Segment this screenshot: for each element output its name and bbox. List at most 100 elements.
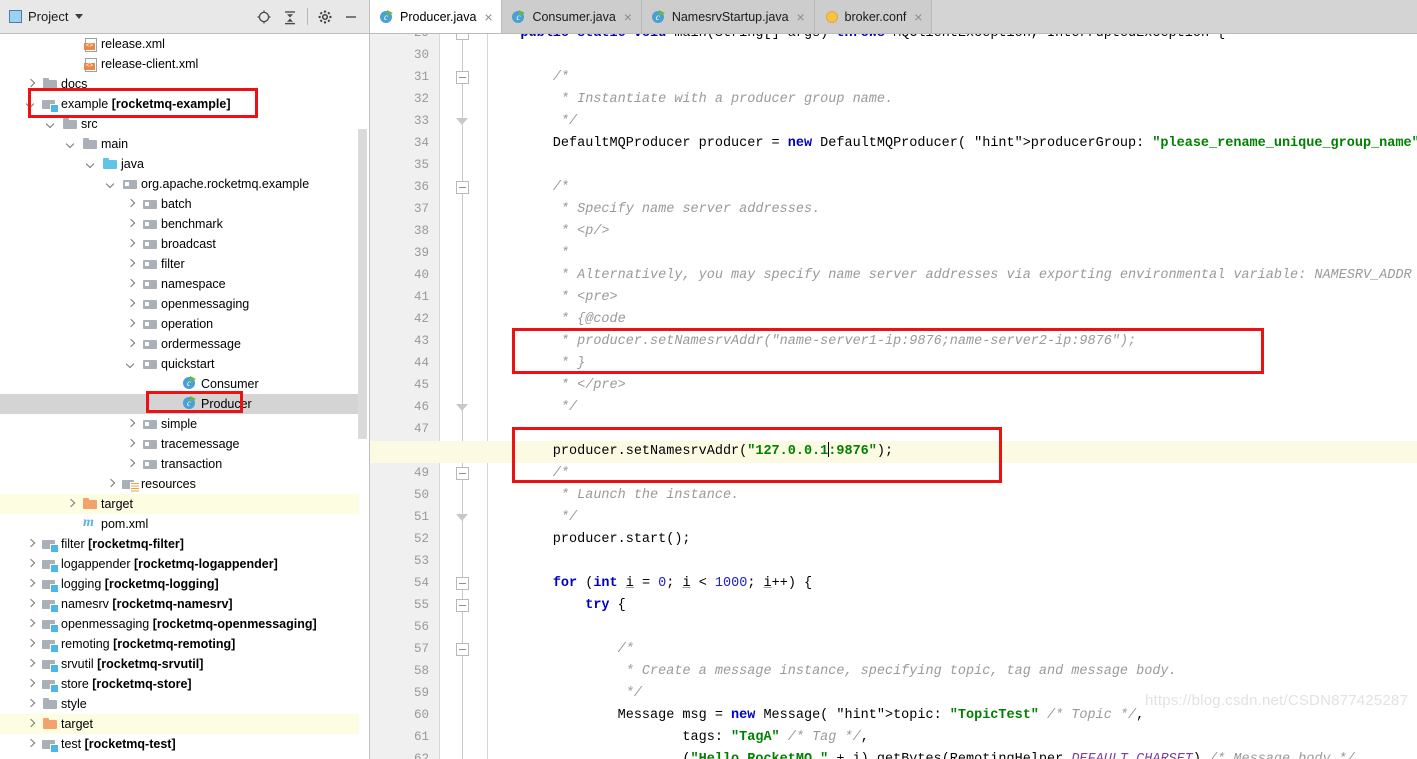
tree-node-simple[interactable]: simple [0, 414, 360, 434]
code-line[interactable]: ("Hello RocketMQ " + i).getBytes(Remotin… [488, 749, 1417, 759]
fold-end-marker[interactable] [456, 514, 468, 521]
collapse-all-icon[interactable] [277, 4, 303, 30]
chevron-down-icon[interactable] [86, 159, 97, 170]
code-line[interactable]: /* [488, 463, 1417, 485]
chevron-right-icon[interactable] [26, 739, 37, 750]
tree-node-java[interactable]: java [0, 154, 360, 174]
tree-node-store[interactable]: store [rocketmq-store] [0, 674, 360, 694]
tree-node-resources[interactable]: resources [0, 474, 360, 494]
fold-collapse-marker[interactable] [456, 467, 469, 480]
project-tree[interactable]: release.xml release-client.xml docs example… [0, 34, 369, 759]
chevron-down-icon[interactable] [46, 119, 57, 130]
editor-code-text[interactable]: public static void main(String[] args) t… [488, 34, 1417, 759]
code-line[interactable]: producer.setNamesrvAddr("127.0.0.1:9876"… [488, 441, 1417, 463]
code-editor[interactable]: 2930313233343536373839404142434445464748… [370, 34, 1417, 759]
chevron-right-icon[interactable] [126, 339, 137, 350]
chevron-right-icon[interactable] [26, 539, 37, 550]
tree-node-transaction[interactable]: transaction [0, 454, 360, 474]
chevron-right-icon[interactable] [126, 439, 137, 450]
code-line[interactable]: * [488, 243, 1417, 265]
tree-node-release.xml[interactable]: release.xml [0, 34, 360, 54]
code-line[interactable]: public static void main(String[] args) t… [488, 34, 1417, 45]
tree-node-target[interactable]: target [0, 714, 360, 734]
close-icon[interactable]: × [482, 10, 494, 24]
code-line[interactable]: * <p/> [488, 221, 1417, 243]
tree-node-target[interactable]: target [0, 494, 360, 514]
fold-end-marker[interactable] [456, 404, 468, 411]
tree-node-style[interactable]: style [0, 694, 360, 714]
project-tree-scrollbar-thumb[interactable] [358, 129, 367, 439]
locate-icon[interactable] [251, 4, 277, 30]
chevron-right-icon[interactable] [26, 579, 37, 590]
tree-node-example[interactable]: example [rocketmq-example] [0, 94, 360, 114]
code-line[interactable]: for (int i = 0; i < 1000; i++) { [488, 573, 1417, 595]
code-line[interactable]: * } [488, 353, 1417, 375]
chevron-right-icon[interactable] [126, 279, 137, 290]
chevron-down-icon[interactable] [66, 139, 77, 150]
chevron-right-icon[interactable] [126, 419, 137, 430]
fold-collapse-marker[interactable] [456, 181, 469, 194]
chevron-right-icon[interactable] [26, 599, 37, 610]
tree-node-openmessaging[interactable]: openmessaging [rocketmq-openmessaging] [0, 614, 360, 634]
chevron-right-icon[interactable] [26, 679, 37, 690]
code-line[interactable]: */ [488, 507, 1417, 529]
close-icon[interactable]: × [795, 10, 807, 24]
code-line[interactable]: * <pre> [488, 287, 1417, 309]
tree-node-srvutil[interactable]: srvutil [rocketmq-srvutil] [0, 654, 360, 674]
tree-node-filter[interactable]: filter [rocketmq-filter] [0, 534, 360, 554]
tree-node-operation[interactable]: operation [0, 314, 360, 334]
code-line[interactable]: try { [488, 595, 1417, 617]
hide-icon[interactable] [338, 4, 364, 30]
tree-node-logging[interactable]: logging [rocketmq-logging] [0, 574, 360, 594]
chevron-right-icon[interactable] [26, 619, 37, 630]
tree-node-remoting[interactable]: remoting [rocketmq-remoting] [0, 634, 360, 654]
chevron-down-icon[interactable] [106, 179, 117, 190]
editor-tab-consumer-java[interactable]: Consumer.java × [502, 0, 642, 33]
chevron-right-icon[interactable] [66, 499, 77, 510]
tree-node-openmessaging[interactable]: openmessaging [0, 294, 360, 314]
chevron-right-icon[interactable] [126, 459, 137, 470]
fold-end-marker[interactable] [456, 118, 468, 125]
fold-collapse-marker[interactable] [456, 577, 469, 590]
tree-node-main[interactable]: main [0, 134, 360, 154]
chevron-right-icon[interactable] [26, 719, 37, 730]
close-icon[interactable]: × [622, 10, 634, 24]
project-title-dropdown[interactable]: Project [0, 9, 84, 24]
fold-collapse-marker[interactable] [456, 34, 469, 40]
code-line[interactable]: * {@code [488, 309, 1417, 331]
tree-node-filter[interactable]: filter [0, 254, 360, 274]
chevron-down-icon[interactable] [75, 14, 84, 19]
code-line[interactable]: */ [488, 111, 1417, 133]
code-line[interactable]: /* [488, 67, 1417, 89]
chevron-right-icon[interactable] [106, 479, 117, 490]
tree-node-tracemessage[interactable]: tracemessage [0, 434, 360, 454]
code-line[interactable] [488, 155, 1417, 177]
project-tree-scrollbar[interactable] [358, 34, 368, 759]
code-line[interactable]: /* [488, 177, 1417, 199]
tree-node-release-client.xml[interactable]: release-client.xml [0, 54, 360, 74]
chevron-right-icon[interactable] [26, 559, 37, 570]
code-line[interactable] [488, 617, 1417, 639]
code-line[interactable] [488, 551, 1417, 573]
tree-node-org.apache.rocketmq.example[interactable]: org.apache.rocketmq.example [0, 174, 360, 194]
editor-fold-gutter[interactable] [440, 34, 488, 759]
editor-gutter[interactable]: 2930313233343536373839404142434445464748… [370, 34, 440, 759]
chevron-right-icon[interactable] [26, 659, 37, 670]
tree-node-src[interactable]: src [0, 114, 360, 134]
code-line[interactable]: * Launch the instance. [488, 485, 1417, 507]
editor-tab-namesrvstartup-java[interactable]: NamesrvStartup.java × [641, 0, 815, 33]
tree-node-ordermessage[interactable]: ordermessage [0, 334, 360, 354]
settings-gear-icon[interactable] [312, 4, 338, 30]
tree-node-test[interactable]: test [rocketmq-test] [0, 734, 360, 754]
code-line[interactable] [488, 419, 1417, 441]
code-line[interactable]: tags: "TagA" /* Tag */, [488, 727, 1417, 749]
fold-collapse-marker[interactable] [456, 643, 469, 656]
editor-tab-producer-java[interactable]: Producer.java × [370, 0, 503, 33]
code-line[interactable]: * Alternatively, you may specify name se… [488, 265, 1417, 287]
code-line[interactable]: /* [488, 639, 1417, 661]
code-line[interactable]: DefaultMQProducer producer = new Default… [488, 133, 1417, 155]
tree-node-consumer[interactable]: Consumer [0, 374, 360, 394]
code-line[interactable]: * Instantiate with a producer group name… [488, 89, 1417, 111]
tree-node-batch[interactable]: batch [0, 194, 360, 214]
editor-tab-broker-conf[interactable]: broker.conf × [814, 0, 933, 33]
